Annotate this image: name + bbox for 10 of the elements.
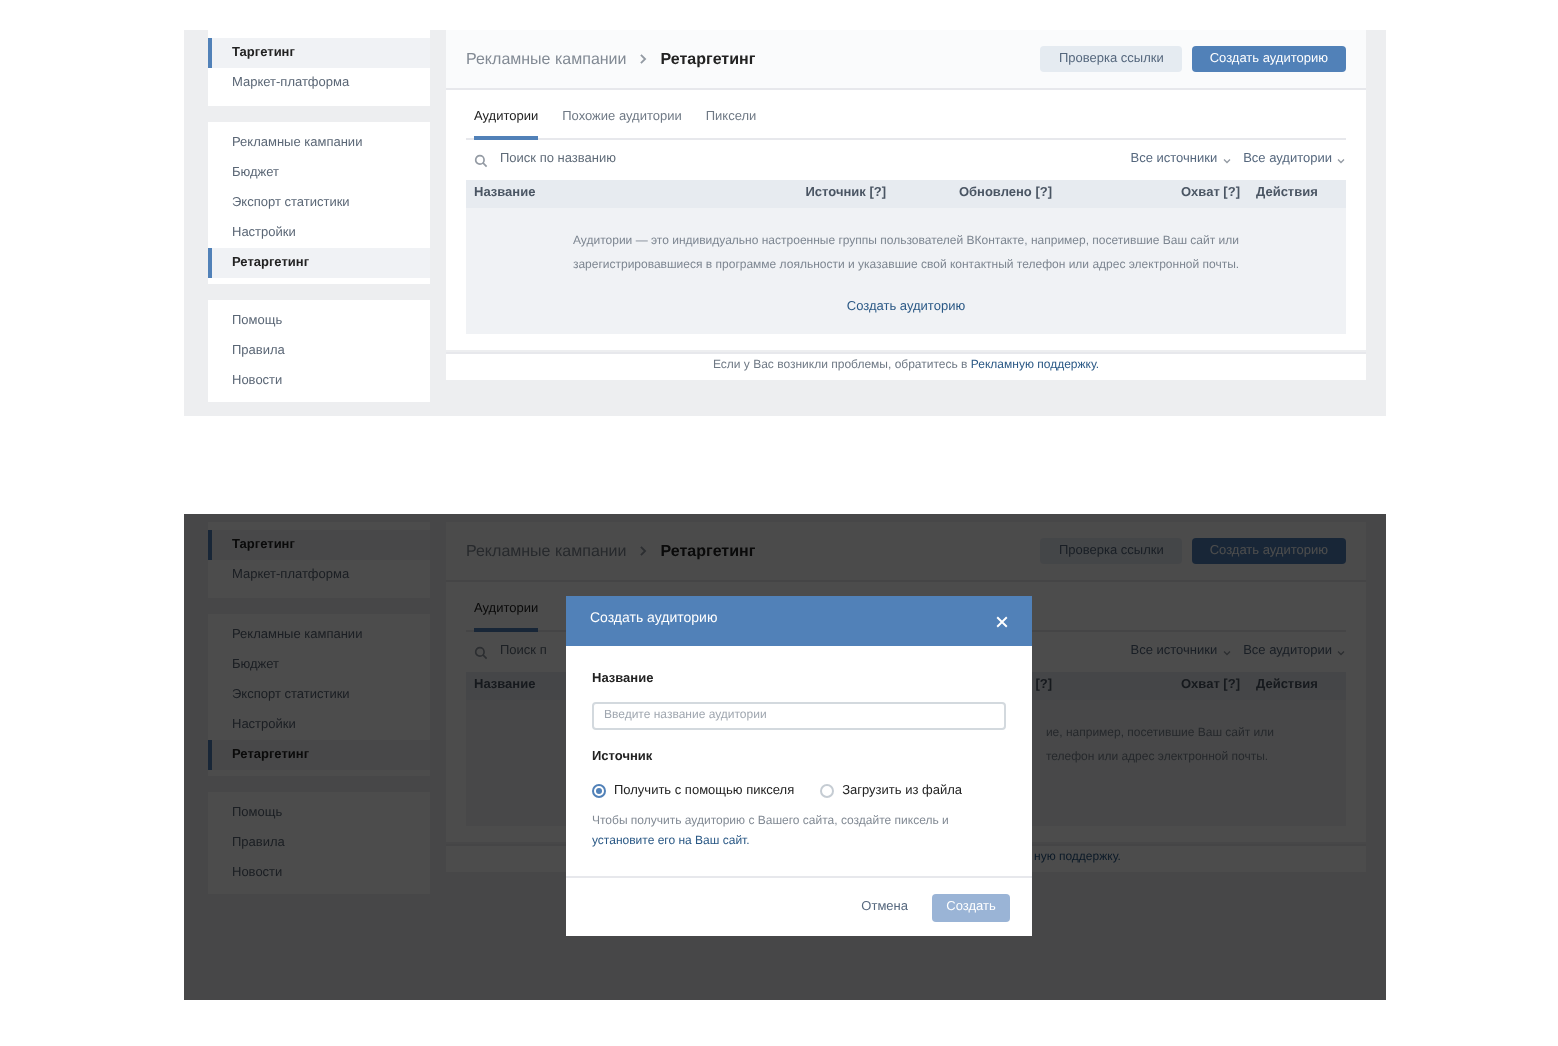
chevron-down-icon	[1336, 155, 1346, 165]
close-icon[interactable]	[996, 615, 1008, 627]
page-title: Ретаргетинг	[660, 47, 756, 71]
radio-button[interactable]	[820, 783, 835, 798]
chevron-down-icon	[1221, 155, 1232, 165]
search-icon	[474, 153, 488, 167]
chevron-right-icon	[636, 52, 651, 66]
breadcrumb-link[interactable]: Рекламные кампании	[466, 47, 627, 71]
radio-button[interactable]	[592, 783, 606, 798]
page-title: Ретаргетинг	[660, 539, 756, 563]
